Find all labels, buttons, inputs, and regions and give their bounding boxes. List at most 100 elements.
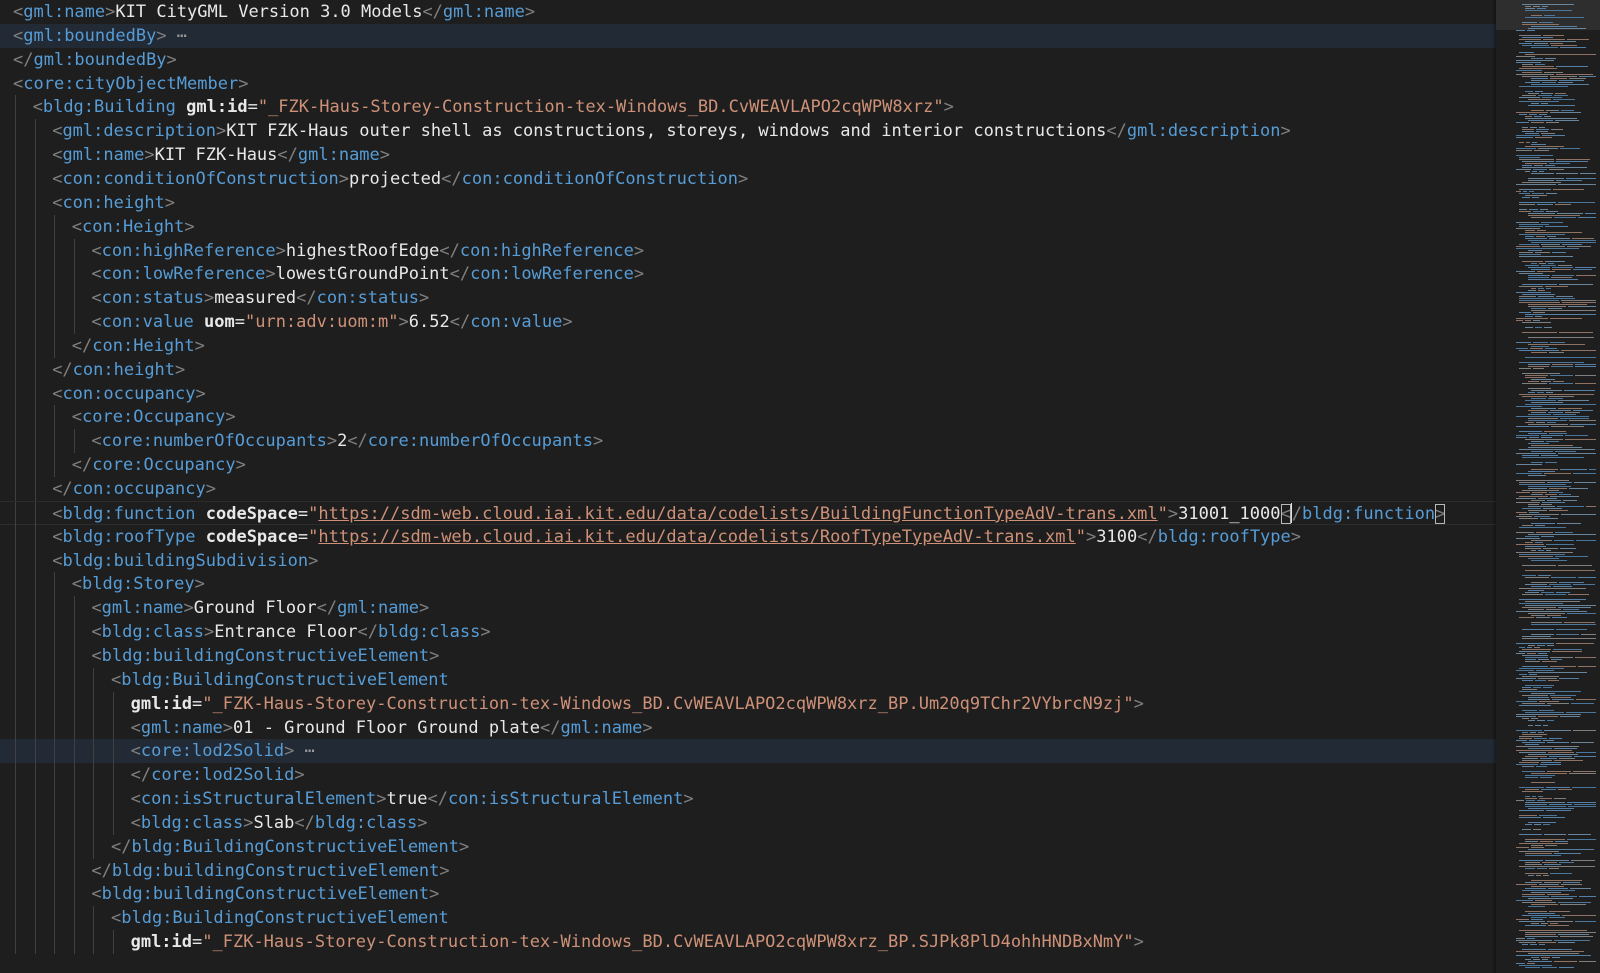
minimap-line xyxy=(1565,439,1596,440)
indent-guide xyxy=(34,286,36,311)
code-line[interactable]: </core:lod2Solid> xyxy=(0,763,1496,788)
code-line[interactable]: <bldg:function codeSpace="https://sdm-we… xyxy=(0,500,1496,526)
code-line[interactable]: <con:conditionOfConstruction>projected</… xyxy=(0,166,1496,191)
tag-name: gml:boundedBy xyxy=(23,25,157,46)
minimap-line xyxy=(1528,433,1547,434)
minimap-line xyxy=(1525,17,1584,18)
code-line[interactable]: <core:lod2Solid> ⋯ xyxy=(0,739,1496,764)
minimap-line xyxy=(1531,26,1577,27)
code-line[interactable]: <con:lowReference>lowestGroundPoint</con… xyxy=(0,262,1496,287)
bracket: </ xyxy=(52,479,73,499)
code-line[interactable]: <con:value uom="urn:adv:uom:m">6.52</con… xyxy=(0,310,1496,335)
minimap-line xyxy=(1519,762,1539,763)
indent-guide xyxy=(93,667,95,692)
minimap-line xyxy=(1528,304,1587,305)
code-line[interactable]: <bldg:BuildingConstructiveElement xyxy=(0,906,1496,931)
code-line[interactable]: <bldg:buildingSubdivision> xyxy=(0,548,1496,573)
minimap-line xyxy=(1573,584,1595,585)
indent-guide xyxy=(15,739,16,764)
minimap[interactable] xyxy=(1496,0,1600,973)
code-line[interactable]: <bldg:Storey> xyxy=(0,572,1496,597)
code-line[interactable]: <gml:description>KIT FZK-Haus outer shel… xyxy=(0,119,1496,144)
code-line[interactable]: <con:height> xyxy=(0,190,1496,215)
code-line[interactable]: </con:occupancy> xyxy=(0,477,1496,501)
code-editor[interactable]: <gml:name>KIT CityGML Version 3.0 Models… xyxy=(0,0,1600,973)
minimap-line xyxy=(1538,127,1545,128)
minimap-line xyxy=(1522,565,1556,566)
minimap-line xyxy=(1530,919,1543,920)
code-line[interactable]: <con:highReference>highestRoofEdge</con:… xyxy=(0,238,1496,263)
bracket: < xyxy=(52,526,63,547)
minimap-line xyxy=(1545,609,1562,610)
code-line[interactable]: </gml:boundedBy> xyxy=(0,48,1496,72)
code-line[interactable]: <con:Height> xyxy=(0,214,1496,239)
minimap-line xyxy=(1525,657,1548,658)
minimap-line xyxy=(1525,377,1546,378)
code-line[interactable]: <core:Occupancy> xyxy=(0,405,1496,430)
minimap-line xyxy=(1546,894,1569,895)
code-line[interactable]: <con:occupancy> xyxy=(0,381,1496,406)
minimap-line xyxy=(1541,97,1562,98)
minimap-line xyxy=(1531,550,1537,551)
minimap-line xyxy=(1571,703,1594,704)
code-line[interactable]: </bldg:BuildingConstructiveElement> xyxy=(0,834,1496,859)
minimap-line xyxy=(1576,540,1596,541)
indent-guide xyxy=(34,834,36,859)
minimap-line xyxy=(1573,804,1596,805)
code-line[interactable]: gml:id="_FZK-Haus-Storey-Construction-te… xyxy=(0,691,1496,716)
code-line[interactable]: <bldg:BuildingConstructiveElement xyxy=(0,667,1496,692)
fold-ellipsis[interactable]: ⋯ xyxy=(294,741,315,761)
code-line[interactable]: <gml:name>01 - Ground Floor Ground plate… xyxy=(0,715,1496,740)
tag-name: con:Height xyxy=(82,216,185,237)
code-line[interactable]: <gml:name>KIT CityGML Version 3.0 Models… xyxy=(0,0,1496,24)
minimap-line xyxy=(1522,373,1560,374)
minimap-line xyxy=(1519,39,1541,40)
indent-guide xyxy=(34,691,36,716)
code-line[interactable]: </con:Height> xyxy=(0,333,1496,358)
minimap-line xyxy=(1561,302,1596,303)
minimap-line xyxy=(1551,957,1560,958)
code-line[interactable]: <con:isStructuralElement>true</con:isStr… xyxy=(0,787,1496,812)
minimap-line xyxy=(1516,716,1536,717)
minimap-line xyxy=(1525,605,1596,606)
code-line[interactable]: <bldg:roofType codeSpace="https://sdm-we… xyxy=(0,524,1496,549)
code-line[interactable]: <bldg:class>Entrance Floor</bldg:class> xyxy=(0,620,1496,645)
minimap-line xyxy=(1566,178,1596,179)
code-line[interactable]: </con:height> xyxy=(0,357,1496,382)
code-line[interactable]: <gml:name>Ground Floor</gml:name> xyxy=(0,596,1496,621)
code-line[interactable]: <bldg:buildingConstructiveElement> xyxy=(0,882,1496,907)
link[interactable]: https://sdm-web.cloud.iai.kit.edu/data/c… xyxy=(318,527,1075,547)
bracket: > xyxy=(524,2,536,22)
code-line[interactable]: <gml:boundedBy> ⋯ xyxy=(0,23,1496,48)
indent-guide xyxy=(34,262,36,287)
minimap-line xyxy=(1531,845,1543,846)
code-line[interactable]: </core:Occupancy> xyxy=(0,453,1496,478)
code-line[interactable]: <bldg:class>Slab</bldg:class> xyxy=(0,810,1496,835)
bracket: </ xyxy=(439,240,460,261)
code-line[interactable]: <core:cityObjectMember> xyxy=(0,72,1496,96)
code-line[interactable]: <bldg:Building gml:id="_FZK-Haus-Storey-… xyxy=(0,95,1496,120)
minimap-line xyxy=(1519,449,1595,450)
minimap-line xyxy=(1519,252,1534,253)
indent-guide xyxy=(54,429,56,454)
minimap-line xyxy=(1516,900,1533,901)
line-content: <con:Height> xyxy=(72,215,195,239)
code-line[interactable]: gml:id="_FZK-Haus-Storey-Construction-te… xyxy=(0,930,1496,955)
code-line[interactable]: </bldg:buildingConstructiveElement> xyxy=(0,858,1496,883)
indent-guide xyxy=(15,691,16,716)
fold-ellipsis[interactable]: ⋯ xyxy=(167,26,187,46)
link[interactable]: https://sdm-web.cloud.iai.kit.edu/data/c… xyxy=(318,504,1157,524)
code-line[interactable]: <gml:name>KIT FZK-Haus</gml:name> xyxy=(0,143,1496,168)
minimap-line xyxy=(1525,959,1532,960)
code-area[interactable]: <gml:name>KIT CityGML Version 3.0 Models… xyxy=(0,0,1496,973)
minimap-line xyxy=(1516,498,1536,499)
minimap-line xyxy=(1519,368,1531,369)
text-content: KIT CityGML Version 3.0 Models xyxy=(115,2,423,22)
code-line[interactable]: <con:status>measured</con:status> xyxy=(0,286,1496,311)
bracket: < xyxy=(130,741,141,762)
code-line[interactable]: <core:numberOfOccupants>2</core:numberOf… xyxy=(0,429,1496,454)
minimap-line xyxy=(1528,366,1550,367)
code-line[interactable]: <bldg:buildingConstructiveElement> xyxy=(0,643,1496,668)
minimap-line xyxy=(1554,853,1581,854)
